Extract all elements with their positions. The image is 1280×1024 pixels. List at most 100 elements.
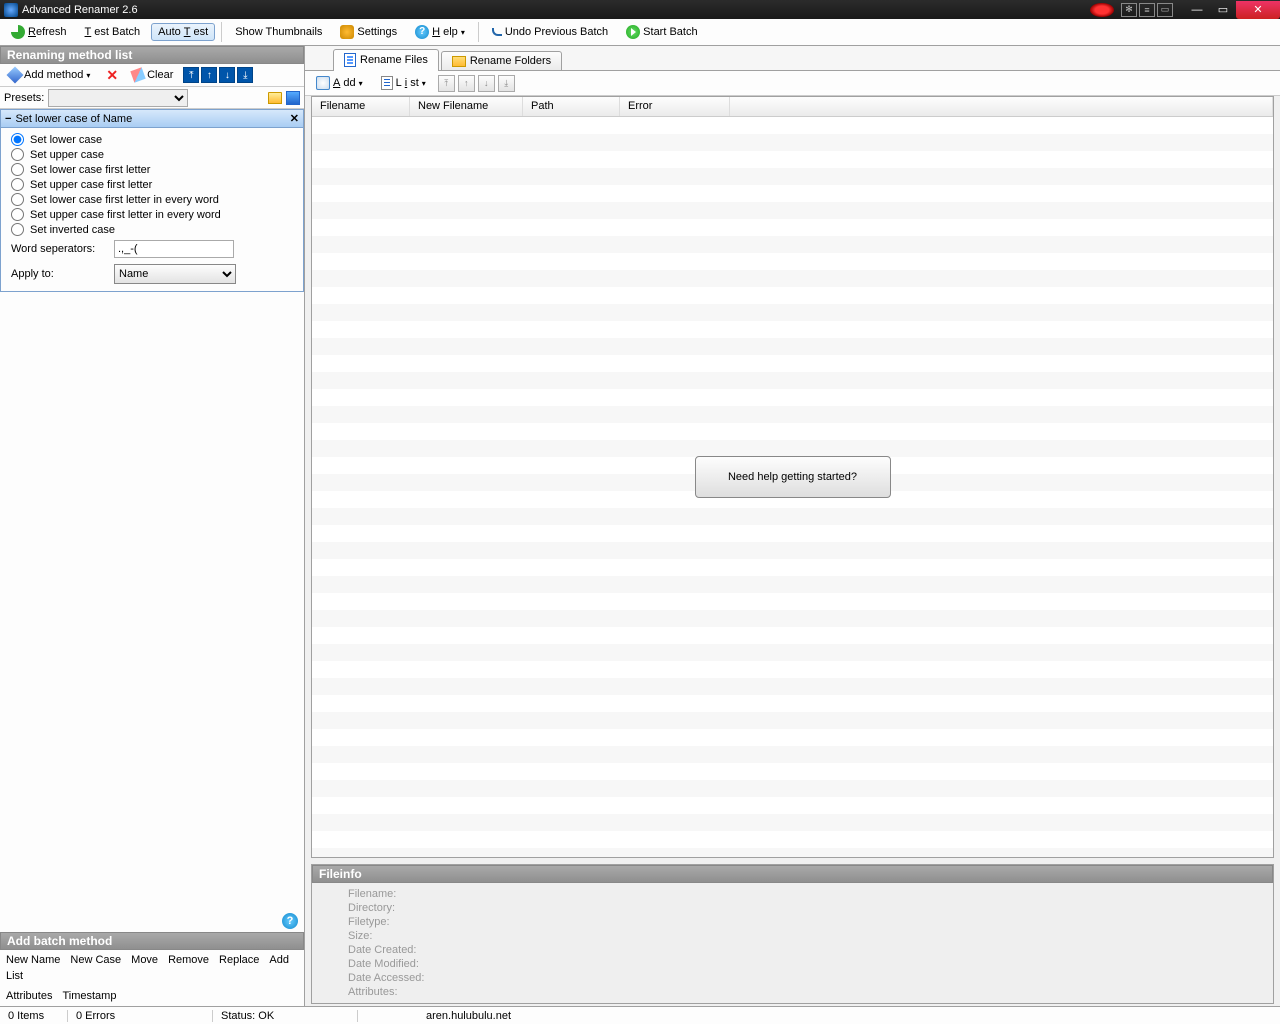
main-toolbar: Refresh Test Batch Auto Test Show Thumbn… — [0, 19, 1280, 46]
titlebar-decoration-icon — [1090, 3, 1114, 17]
fileinfo-filetype: Filetype: — [348, 915, 1237, 929]
file-toolbar: Add ▾ List ▾ ⤒ ↑ ↓ ⤓ — [305, 71, 1280, 96]
fileinfo-created: Date Created: — [348, 943, 1237, 957]
batch-add[interactable]: Add — [269, 954, 289, 966]
erase-icon — [130, 67, 145, 82]
settings-button[interactable]: Settings — [333, 22, 404, 42]
method-title-text: Set lower case of Name — [15, 113, 132, 125]
batch-attributes[interactable]: Attributes — [6, 990, 52, 1002]
radio-lower-label: Set lower case — [30, 134, 102, 146]
presets-dropdown[interactable] — [48, 89, 188, 107]
show-thumbnails-button[interactable]: Show Thumbnails — [228, 23, 329, 41]
refresh-button[interactable]: Refresh — [4, 22, 74, 42]
batch-new-name[interactable]: New Name — [6, 954, 60, 966]
radio-inverted-label: Set inverted case — [30, 224, 115, 236]
fileinfo-attributes: Attributes: — [348, 985, 1237, 999]
fileinfo-directory: Directory: — [348, 901, 1237, 915]
test-batch-button[interactable]: Test Batch — [78, 23, 148, 41]
word-sep-label: Word seperators: — [11, 243, 106, 255]
presets-label: Presets: — [4, 92, 44, 104]
save-preset-icon[interactable] — [286, 91, 300, 105]
minimize-button[interactable]: — — [1184, 1, 1210, 19]
apply-to-dropdown[interactable]: Name — [114, 264, 236, 284]
batch-list[interactable]: List — [6, 970, 23, 982]
method-list-header: Renaming method list — [0, 46, 304, 64]
maximize-button[interactable]: ▭ — [1210, 1, 1236, 19]
clear-methods-button[interactable]: Clear — [126, 67, 179, 83]
folder-icon — [452, 56, 466, 67]
titlebar-list-icon[interactable]: ≡ — [1139, 3, 1155, 17]
sort-top-button[interactable]: ⤒ — [438, 75, 455, 92]
method-close-button[interactable]: ✕ — [290, 112, 299, 125]
titlebar-window-icon[interactable]: ▭ — [1157, 3, 1173, 17]
batch-replace[interactable]: Replace — [219, 954, 259, 966]
panel-help-icon[interactable]: ? — [282, 913, 298, 929]
status-errors: 0 Errors — [68, 1010, 213, 1022]
batch-timestamp[interactable]: Timestamp — [62, 990, 116, 1002]
refresh-icon — [11, 25, 25, 39]
open-preset-icon[interactable] — [268, 92, 282, 104]
app-icon — [4, 3, 18, 17]
list-button[interactable]: List ▾ — [375, 73, 432, 93]
fileinfo-header: Fileinfo — [312, 865, 1273, 883]
sort-down-button[interactable]: ↓ — [478, 75, 495, 92]
undo-icon — [492, 28, 502, 36]
radio-lower[interactable] — [11, 133, 24, 146]
delete-method-button[interactable]: ✕ — [100, 65, 124, 86]
add-method-button[interactable]: Add method ▾ — [3, 67, 96, 83]
radio-lower-first[interactable] — [11, 163, 24, 176]
fileinfo-filename: Filename: — [348, 887, 1237, 901]
tabs-row: Rename Files Rename Folders — [305, 46, 1280, 71]
batch-new-case[interactable]: New Case — [70, 954, 121, 966]
fileinfo-accessed: Date Accessed: — [348, 971, 1237, 985]
word-sep-input[interactable] — [114, 240, 234, 258]
tab-rename-folders[interactable]: Rename Folders — [441, 51, 562, 70]
fileinfo-size: Size: — [348, 929, 1237, 943]
method-toolbar: Add method ▾ ✕ Clear ⤒ ↑ ↓ ⤓ — [0, 64, 304, 87]
col-new-filename[interactable]: New Filename — [410, 97, 523, 116]
statusbar: 0 Items 0 Errors Status: OK aren.hulubul… — [0, 1006, 1280, 1024]
help-icon: ? — [415, 25, 429, 39]
radio-upper[interactable] — [11, 148, 24, 161]
radio-upper-first[interactable] — [11, 178, 24, 191]
list-icon — [381, 76, 393, 90]
batch-body: New Name New Case Move Remove Replace Ad… — [0, 950, 304, 1006]
collapse-icon[interactable]: − — [5, 113, 11, 125]
radio-lower-word[interactable] — [11, 193, 24, 206]
presets-row: Presets: — [0, 87, 304, 109]
radio-lower-word-label: Set lower case first letter in every wor… — [30, 194, 219, 206]
tab-rename-files[interactable]: Rename Files — [333, 49, 439, 71]
status-url[interactable]: aren.hulubulu.net — [418, 1010, 519, 1022]
play-icon — [626, 25, 640, 39]
batch-remove[interactable]: Remove — [168, 954, 209, 966]
radio-inverted[interactable] — [11, 223, 24, 236]
delete-icon: ✕ — [106, 67, 118, 84]
status-items: 0 Items — [0, 1010, 68, 1022]
move-bottom-button[interactable]: ⤓ — [237, 67, 253, 83]
sort-bottom-button[interactable]: ⤓ — [498, 75, 515, 92]
window-title: Advanced Renamer 2.6 — [22, 4, 138, 16]
batch-move[interactable]: Move — [131, 954, 158, 966]
add-files-button[interactable]: Add ▾ — [310, 73, 369, 93]
auto-test-button[interactable]: Auto Test — [151, 23, 215, 41]
move-up-button[interactable]: ↑ — [201, 67, 217, 83]
method-title-bar[interactable]: − Set lower case of Name ✕ — [1, 110, 303, 128]
titlebar-gear-icon[interactable]: ✻ — [1121, 3, 1137, 17]
col-filename[interactable]: Filename — [312, 97, 410, 116]
col-error[interactable]: Error — [620, 97, 730, 116]
radio-upper-label: Set upper case — [30, 149, 104, 161]
sort-up-button[interactable]: ↑ — [458, 75, 475, 92]
table-header: Filename New Filename Path Error — [312, 97, 1273, 117]
fileinfo-modified: Date Modified: — [348, 957, 1237, 971]
apply-to-label: Apply to: — [11, 268, 106, 280]
move-top-button[interactable]: ⤒ — [183, 67, 199, 83]
help-menu[interactable]: ?Help ▾ — [408, 22, 472, 42]
start-batch-button[interactable]: Start Batch — [619, 22, 704, 42]
close-button[interactable]: ✕ — [1236, 1, 1280, 19]
move-down-button[interactable]: ↓ — [219, 67, 235, 83]
undo-batch-button[interactable]: Undo Previous Batch — [485, 23, 615, 41]
getting-started-button[interactable]: Need help getting started? — [695, 456, 891, 498]
titlebar: Advanced Renamer 2.6 ✻ ≡ ▭ — ▭ ✕ — [0, 0, 1280, 19]
radio-upper-word[interactable] — [11, 208, 24, 221]
col-path[interactable]: Path — [523, 97, 620, 116]
